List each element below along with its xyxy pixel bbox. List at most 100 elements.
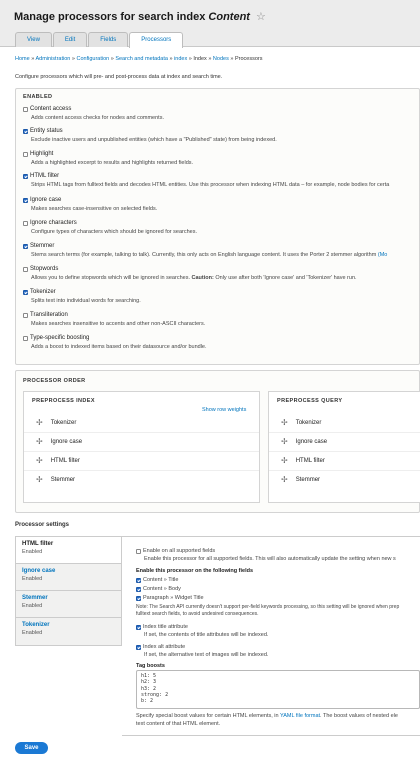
stemmer-desc-link[interactable]: (Mo	[378, 252, 387, 258]
type-boosting-desc: Adds a boost to indexed items based on t…	[31, 344, 207, 350]
transliteration-checkbox[interactable]	[23, 312, 28, 318]
field-content-title-label[interactable]: Content » Title	[143, 577, 178, 583]
fields-note-line1: Note: The Search API currently doesn't s…	[136, 604, 400, 610]
stemmer-desc-text: Stems search terms (for example, talking…	[31, 252, 377, 258]
html-filter-label[interactable]: HTML filter	[30, 173, 59, 179]
stopwords-label[interactable]: Stopwords	[30, 266, 58, 272]
primary-tabs: View Edit Fields Processors	[15, 32, 184, 48]
page-title-prefix: Manage processors for search index	[14, 11, 206, 23]
alt-attr-checkbox[interactable]	[136, 644, 141, 650]
content-access-desc: Adds content access checks for nodes and…	[31, 115, 164, 121]
breadcrumb-separator: »	[31, 56, 35, 62]
entity-status-checkbox[interactable]	[23, 128, 28, 134]
breadcrumb-index[interactable]: index	[174, 56, 187, 62]
preprocess-query-box	[268, 391, 420, 503]
tag-boosts-textarea[interactable]: h1: 5 h2: 3 h3: 2 strong: 2 b: 2	[136, 670, 420, 709]
tokenizer-desc: Splits text into individual words for se…	[31, 298, 141, 304]
drag-handle-icon[interactable]: ✢	[281, 475, 288, 484]
processor-html-filter: HTML filter Strips HTML tags from fullte…	[23, 173, 389, 188]
field-content-title-checkbox[interactable]	[136, 577, 141, 583]
tab-view[interactable]: View	[15, 32, 52, 47]
processor-highlight: Highlight Adds a highlighted excerpt to …	[23, 151, 193, 166]
stemmer-label[interactable]: Stemmer	[30, 243, 54, 249]
drag-handle-icon[interactable]: ✢	[281, 456, 288, 465]
settings-vertical-tabs: HTML filter Enabled Ignore case Enabled …	[15, 536, 122, 646]
page-title: Manage processors for search index Conte…	[14, 10, 266, 23]
drag-handle-icon[interactable]: ✢	[36, 456, 43, 465]
highlight-checkbox[interactable]	[23, 151, 28, 157]
vtab-ignore-case[interactable]: Ignore case Enabled	[16, 564, 121, 591]
breadcrumb-home[interactable]: Home	[15, 56, 30, 62]
type-boosting-label[interactable]: Type-specific boosting	[30, 335, 89, 341]
tab-fields[interactable]: Fields	[88, 32, 129, 47]
html-filter-checkbox[interactable]	[23, 173, 28, 179]
index-row-stemmer[interactable]: ✢ Stemmer	[36, 475, 75, 484]
tab-processors[interactable]: Processors	[129, 32, 184, 48]
stemmer-checkbox[interactable]	[23, 243, 28, 249]
star-icon[interactable]: ☆	[256, 11, 266, 23]
field-paragraph-widget-title-label[interactable]: Paragraph » Widget Title	[143, 595, 204, 601]
page-title-index: Content	[208, 11, 250, 23]
row-divider	[24, 432, 259, 433]
row-divider	[269, 451, 420, 452]
all-fields-desc: Enable this processor for all supported …	[144, 556, 396, 562]
entity-status-label[interactable]: Entity status	[30, 128, 63, 134]
field-content-body-label[interactable]: Content » Body	[143, 586, 181, 592]
query-row-label: Stemmer	[295, 476, 321, 483]
drag-handle-icon[interactable]: ✢	[36, 475, 43, 484]
index-row-html-filter[interactable]: ✢ HTML filter	[36, 456, 80, 465]
alt-attr-label[interactable]: Index alt attribute	[143, 644, 185, 650]
drag-handle-icon[interactable]: ✢	[281, 437, 288, 446]
stopwords-checkbox[interactable]	[23, 266, 28, 272]
tokenizer-label[interactable]: Tokenizer	[30, 289, 56, 295]
query-row-tokenizer[interactable]: ✢ Tokenizer	[281, 418, 321, 427]
show-row-weights-link[interactable]: Show row weights	[202, 407, 246, 413]
tag-boosts-help-a: Specify special boost values for certain…	[136, 713, 279, 719]
type-boosting-checkbox[interactable]	[23, 335, 28, 341]
field-content-body-checkbox[interactable]	[136, 586, 141, 592]
breadcrumb: Home » Administration » Configuration » …	[15, 56, 262, 62]
drag-handle-icon[interactable]: ✢	[36, 418, 43, 427]
index-row-tokenizer[interactable]: ✢ Tokenizer	[36, 418, 76, 427]
tab-edit[interactable]: Edit	[52, 32, 88, 47]
index-row-label: Ignore case	[50, 438, 83, 445]
content-access-label[interactable]: Content access	[30, 106, 71, 112]
breadcrumb-configuration[interactable]: Configuration	[76, 56, 109, 62]
all-fields-checkbox[interactable]	[136, 548, 141, 554]
breadcrumb-administration[interactable]: Administration	[36, 56, 71, 62]
breadcrumb-nodes[interactable]: Nodes	[213, 56, 229, 62]
content-access-checkbox[interactable]	[23, 106, 28, 112]
ignore-characters-label[interactable]: Ignore characters	[30, 220, 77, 226]
ignore-characters-checkbox[interactable]	[23, 220, 28, 226]
title-attr-option: Index title attribute	[136, 624, 188, 630]
query-row-stemmer[interactable]: ✢ Stemmer	[281, 475, 320, 484]
ignore-case-label[interactable]: Ignore case	[30, 197, 61, 203]
stemmer-desc: Stems search terms (for example, talking…	[31, 252, 387, 258]
vtab-tokenizer[interactable]: Tokenizer Enabled	[16, 618, 121, 645]
tag-boosts-help: Specify special boost values for certain…	[136, 713, 398, 719]
yaml-format-link[interactable]: YAML file format	[280, 713, 320, 719]
vtab-name: Ignore case	[22, 568, 56, 574]
drag-handle-icon[interactable]: ✢	[281, 418, 288, 427]
field-paragraph-widget-title-checkbox[interactable]	[136, 595, 141, 601]
query-row-html-filter[interactable]: ✢ HTML filter	[281, 456, 325, 465]
fields-note: Note: The Search API currently doesn't s…	[136, 604, 399, 617]
vtab-html-filter[interactable]: HTML filter Enabled	[16, 537, 121, 564]
vtab-stemmer[interactable]: Stemmer Enabled	[16, 591, 121, 618]
row-divider	[269, 432, 420, 433]
query-row-ignore-case[interactable]: ✢ Ignore case	[281, 437, 327, 446]
index-row-ignore-case[interactable]: ✢ Ignore case	[36, 437, 82, 446]
all-fields-label[interactable]: Enable on all supported fields	[143, 548, 215, 554]
drag-handle-icon[interactable]: ✢	[36, 437, 43, 446]
breadcrumb-search-metadata[interactable]: Search and metadata	[115, 56, 168, 62]
save-button[interactable]: Save	[15, 742, 48, 754]
ignore-case-checkbox[interactable]	[23, 197, 28, 203]
vtab-status: Enabled	[22, 549, 43, 555]
highlight-label[interactable]: Highlight	[30, 151, 53, 157]
title-attr-checkbox[interactable]	[136, 624, 141, 630]
title-attr-label[interactable]: Index title attribute	[143, 624, 188, 630]
tokenizer-checkbox[interactable]	[23, 289, 28, 295]
transliteration-desc: Makes searches insensitive to accents an…	[31, 321, 206, 327]
processor-tokenizer: Tokenizer Splits text into individual wo…	[23, 289, 141, 304]
transliteration-label[interactable]: Transliteration	[30, 312, 68, 318]
